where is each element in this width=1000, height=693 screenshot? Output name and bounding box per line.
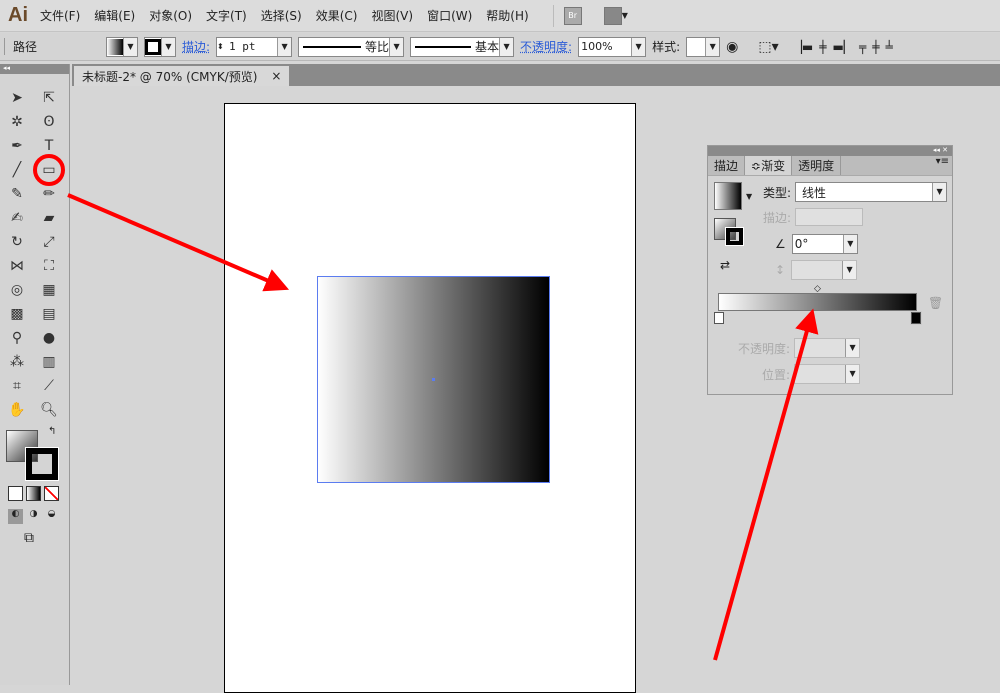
annotation-arrow-to-gradient-slider [713,308,819,661]
annotation-arrow-to-rectangle [67,193,290,292]
annotation-arrows [67,193,819,661]
